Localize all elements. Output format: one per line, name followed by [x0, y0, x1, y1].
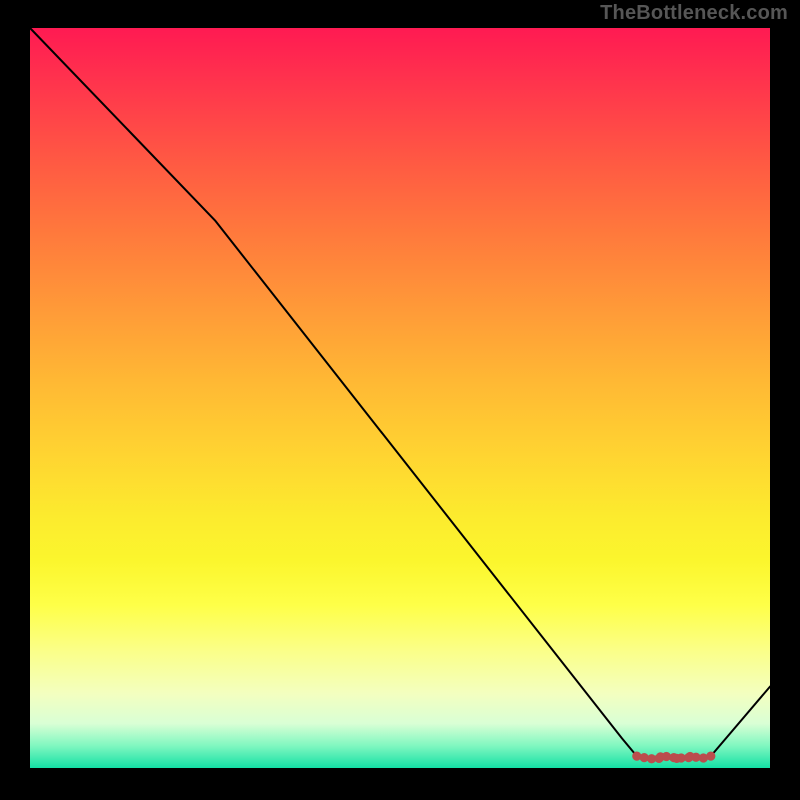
marker-dots — [632, 752, 715, 764]
chart-svg — [30, 28, 770, 768]
marker-dot — [706, 752, 715, 761]
line-series — [30, 28, 770, 759]
chart-frame: TheBottleneck.com — [0, 0, 800, 800]
plot-area — [30, 28, 770, 768]
curve-path — [30, 28, 770, 759]
watermark-text: TheBottleneck.com — [600, 2, 788, 25]
